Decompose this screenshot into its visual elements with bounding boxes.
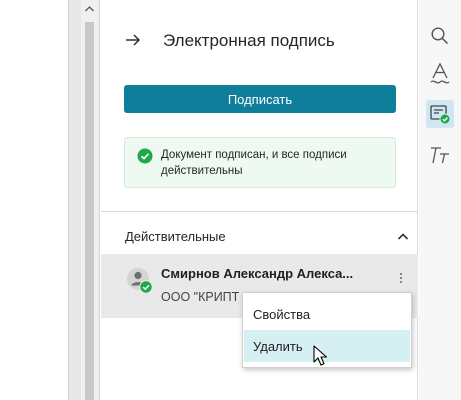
panel-header: Электронная подпись [101, 0, 418, 80]
signature-status-text: Документ подписан, и все подписи действи… [161, 149, 347, 177]
text-formatting-icon[interactable] [426, 141, 454, 169]
sign-button[interactable]: Подписать [124, 85, 396, 113]
arrow-right-icon[interactable] [123, 30, 143, 50]
search-icon[interactable] [426, 22, 454, 50]
check-circle-icon [137, 148, 153, 164]
chevron-up-icon[interactable] [397, 229, 409, 240]
valid-signatures-section-header[interactable]: Действительные [101, 212, 418, 254]
scroll-up-icon[interactable] [81, 0, 98, 18]
signer-name: Смирнов Александр Алекса... [161, 266, 354, 281]
document-page [0, 0, 69, 400]
section-title: Действительные [125, 229, 226, 244]
right-icon-rail [419, 0, 461, 400]
scroll-thumb[interactable] [85, 22, 94, 400]
more-vertical-icon[interactable] [397, 270, 405, 286]
panel-title: Электронная подпись [163, 31, 335, 50]
user-verified-icon [127, 266, 153, 294]
mouse-pointer-icon [313, 345, 329, 367]
electronic-signature-icon[interactable] [426, 100, 454, 128]
document-area [0, 0, 100, 400]
menu-item-properties[interactable]: Свойства [244, 298, 410, 330]
signature-status-box: Документ подписан, и все подписи действи… [124, 137, 396, 188]
font-style-icon[interactable] [426, 60, 454, 88]
document-scrollbar[interactable] [81, 0, 98, 400]
